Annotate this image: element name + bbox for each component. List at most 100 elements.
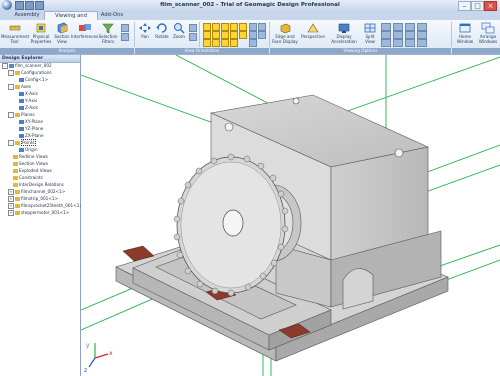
display-option-icon[interactable] bbox=[405, 39, 415, 47]
tree-item[interactable]: + steppermotor_001<1> bbox=[8, 210, 69, 216]
view-cube-icon[interactable] bbox=[203, 31, 211, 39]
display-option-icon[interactable] bbox=[417, 39, 427, 47]
view-cube-icon[interactable] bbox=[212, 39, 220, 47]
maximize-button[interactable]: □ bbox=[471, 1, 484, 11]
axis-label-y: y bbox=[86, 342, 90, 349]
display-option-icon[interactable] bbox=[381, 23, 391, 31]
tree-node-icon bbox=[19, 120, 24, 124]
expand-toggle[interactable]: + bbox=[8, 210, 14, 216]
home-window-button[interactable]: Home Window bbox=[454, 22, 476, 44]
zoom-area-icon[interactable] bbox=[189, 24, 197, 32]
3d-viewport[interactable]: y x z bbox=[81, 55, 500, 376]
display-option-icon[interactable] bbox=[393, 31, 403, 39]
small-tool-icon[interactable] bbox=[121, 24, 129, 32]
rotate-button[interactable]: Rotate bbox=[154, 22, 170, 40]
tree-item[interactable]: + filmsprocket25teeth_001<1> bbox=[8, 203, 83, 209]
tree-item[interactable]: YZ-Plane bbox=[14, 126, 43, 132]
view-tool-icon[interactable] bbox=[249, 31, 257, 39]
view-cube-icon[interactable] bbox=[230, 39, 238, 47]
expand-toggle[interactable]: - bbox=[8, 112, 14, 118]
tree-node-icon bbox=[19, 134, 24, 138]
display-option-icon[interactable] bbox=[393, 39, 403, 47]
display-option-icon[interactable] bbox=[405, 31, 415, 39]
view-cube-icon[interactable] bbox=[212, 23, 220, 31]
interferences-label: Interferences bbox=[71, 34, 99, 39]
tree-item-label: Axes bbox=[21, 84, 31, 89]
edge-face-display-button[interactable]: Edge and Face Display bbox=[272, 22, 298, 44]
tree-item[interactable]: + filmstrip_001<1> bbox=[8, 196, 58, 202]
view-cube-icon[interactable] bbox=[221, 31, 229, 39]
tree-item[interactable]: XY-Plane bbox=[14, 119, 43, 125]
tree-item[interactable]: - Planes bbox=[8, 112, 35, 118]
view-cube-icon[interactable] bbox=[239, 23, 247, 31]
tree-item[interactable]: + filmchannel_002<1> bbox=[8, 189, 65, 195]
expand-toggle[interactable]: + bbox=[8, 189, 14, 195]
collapse-toggle[interactable]: - bbox=[2, 63, 8, 69]
expand-toggle[interactable]: + bbox=[8, 196, 14, 202]
tree-item[interactable]: Y-Axis bbox=[14, 98, 37, 104]
minimize-button[interactable]: – bbox=[458, 1, 471, 11]
zoom-button[interactable]: Zoom bbox=[172, 22, 186, 40]
view-cube-icon[interactable] bbox=[203, 23, 211, 31]
expand-toggle[interactable]: + bbox=[8, 203, 14, 209]
expand-toggle[interactable]: - bbox=[8, 84, 14, 90]
tab-assembly[interactable]: Assembly bbox=[12, 11, 42, 20]
tree-item[interactable]: - Configurations bbox=[8, 70, 52, 76]
view-tool-icon[interactable] bbox=[249, 23, 257, 31]
tree-item[interactable]: Config<1> bbox=[14, 77, 48, 83]
model-canvas[interactable]: y x z bbox=[81, 55, 500, 376]
view-tool-icon[interactable] bbox=[258, 31, 266, 39]
view-cube-icon[interactable] bbox=[212, 31, 220, 39]
tree-item[interactable]: - Axes bbox=[8, 84, 31, 90]
view-cube-icon[interactable] bbox=[221, 23, 229, 31]
interferences-button[interactable]: Interferences bbox=[71, 22, 98, 40]
tree-item[interactable]: Redline Views bbox=[8, 154, 48, 160]
design-explorer-panel: Design Explorer - film_scanner_002 - Confi… bbox=[0, 55, 83, 376]
tree-item[interactable]: - Points bbox=[8, 139, 36, 146]
tree-item-label: Exploded Views bbox=[19, 168, 52, 173]
tree-item[interactable]: Section Views bbox=[8, 161, 48, 167]
display-acceleration-button[interactable]: Display Acceleration bbox=[328, 22, 360, 44]
selection-filters-button[interactable]: Selection Filters bbox=[98, 22, 118, 44]
display-option-icon[interactable] bbox=[381, 39, 391, 47]
tab-add-ons[interactable]: Add-Ons bbox=[98, 11, 126, 20]
tree-item[interactable]: Origin bbox=[14, 147, 38, 153]
fit-all-icon[interactable] bbox=[189, 33, 197, 41]
view-cube-icon[interactable] bbox=[230, 23, 238, 31]
tree-item[interactable]: Exploded Views bbox=[8, 168, 52, 174]
section-view-button[interactable]: Section View bbox=[53, 22, 71, 44]
pan-button[interactable]: Pan bbox=[138, 22, 152, 40]
tree-item[interactable]: Constraints bbox=[8, 175, 43, 181]
split-view-button[interactable]: Split View bbox=[362, 22, 378, 44]
expand-toggle[interactable]: - bbox=[8, 140, 14, 146]
view-cube-icon[interactable] bbox=[239, 31, 247, 39]
physical-properties-button[interactable]: Physical Properties bbox=[29, 22, 53, 44]
tree-item[interactable]: X-Axis bbox=[14, 91, 38, 97]
measurement-tool-button[interactable]: Measurement Tool bbox=[1, 22, 29, 44]
tree-item[interactable]: InterDesign Relations bbox=[8, 182, 64, 188]
view-cube-icon[interactable] bbox=[203, 39, 211, 47]
tree-root[interactable]: - film_scanner_002 bbox=[2, 63, 52, 69]
close-button[interactable]: × bbox=[484, 1, 497, 11]
view-cube-icon[interactable] bbox=[230, 31, 238, 39]
view-tool-icon[interactable] bbox=[249, 39, 257, 47]
display-option-icon[interactable] bbox=[381, 31, 391, 39]
perspective-button[interactable]: Perspective bbox=[300, 22, 326, 40]
expand-toggle[interactable]: - bbox=[8, 70, 14, 76]
tree-item-label: YZ-Plane bbox=[25, 126, 44, 131]
filter-icon bbox=[102, 23, 114, 34]
split-view-label: Split View bbox=[365, 34, 375, 44]
tree-item[interactable]: Z-Axis bbox=[14, 105, 38, 111]
tree-node-icon bbox=[15, 190, 20, 194]
view-cube-icon[interactable] bbox=[221, 39, 229, 47]
display-option-icon[interactable] bbox=[417, 31, 427, 39]
display-option-icon[interactable] bbox=[393, 23, 403, 31]
arrange-windows-button[interactable]: Arrange Windows bbox=[476, 22, 500, 44]
small-tool-icon[interactable] bbox=[121, 33, 129, 41]
view-tool-icon[interactable] bbox=[258, 23, 266, 31]
display-option-icon[interactable] bbox=[405, 23, 415, 31]
tree-node-icon bbox=[15, 85, 20, 89]
display-option-icon[interactable] bbox=[417, 23, 427, 31]
